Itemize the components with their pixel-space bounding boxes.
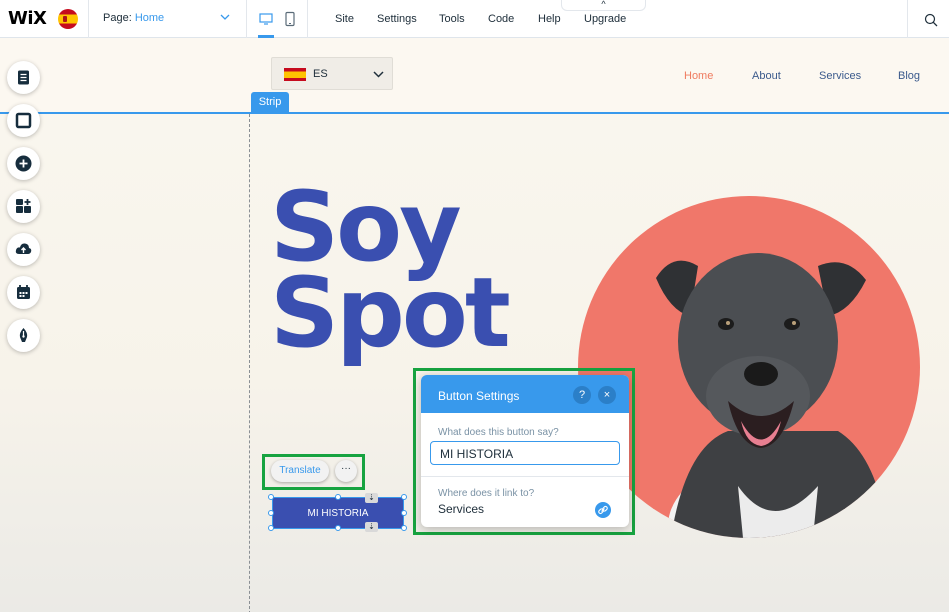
apps-icon xyxy=(16,199,31,213)
link-value[interactable]: Services xyxy=(438,502,484,516)
header-strip[interactable] xyxy=(0,38,949,113)
link-label: Where does it link to? xyxy=(438,488,535,499)
more-actions-button[interactable]: ··· xyxy=(335,460,357,482)
divider xyxy=(88,0,89,38)
spain-flag-icon[interactable] xyxy=(58,9,78,29)
menu-upgrade[interactable]: Upgrade xyxy=(584,13,626,25)
page-selector[interactable]: Page: Home xyxy=(103,12,164,24)
button-settings-panel: Button Settings ? × What does this butto… xyxy=(421,375,629,527)
wix-logo: WiX xyxy=(8,8,47,29)
resize-handle[interactable] xyxy=(268,494,274,500)
language-selector[interactable]: ES xyxy=(271,57,393,90)
desktop-icon[interactable] xyxy=(258,11,274,27)
add-apps-button[interactable] xyxy=(7,190,40,223)
resize-handle[interactable] xyxy=(268,525,274,531)
media-upload-button[interactable] xyxy=(7,233,40,266)
resize-handle[interactable] xyxy=(401,510,407,516)
hero-line-2: Spot xyxy=(270,257,511,369)
resize-handle[interactable] xyxy=(401,525,407,531)
menu-settings[interactable]: Settings xyxy=(377,13,417,25)
resize-handle[interactable] xyxy=(401,494,407,500)
resize-handle[interactable] xyxy=(268,510,274,516)
divider xyxy=(307,0,308,38)
pages-button[interactable] xyxy=(7,61,40,94)
close-icon[interactable]: × xyxy=(598,386,616,404)
resize-handle[interactable] xyxy=(335,525,341,531)
cloud-upload-icon xyxy=(15,243,32,254)
background-button[interactable] xyxy=(7,104,40,137)
collapse-topbar-tab[interactable]: ^ xyxy=(561,0,646,11)
nav-home[interactable]: Home xyxy=(684,70,713,82)
editor-canvas[interactable]: Strip ES Home About Services Blog Soy Sp… xyxy=(0,38,949,612)
menu-tools[interactable]: Tools xyxy=(439,13,465,25)
blog-button[interactable] xyxy=(7,319,40,352)
search-icon[interactable] xyxy=(923,12,939,28)
language-code: ES xyxy=(313,68,328,80)
stretch-icon[interactable]: ⇣ xyxy=(365,493,378,503)
nav-blog[interactable]: Blog xyxy=(898,70,920,82)
page-value: Home xyxy=(134,12,165,24)
bookings-button[interactable] xyxy=(7,276,40,309)
editor-top-bar: WiX Page: Home Site Settings Tools Code … xyxy=(0,0,949,38)
translate-button[interactable]: Translate xyxy=(271,460,329,482)
guide-line xyxy=(249,114,250,612)
resize-handle[interactable] xyxy=(335,494,341,500)
chevron-down-icon[interactable] xyxy=(219,11,231,23)
spain-flag-icon xyxy=(284,68,306,81)
menu-help[interactable]: Help xyxy=(538,13,561,25)
pages-icon xyxy=(18,70,29,85)
button-text-label: What does this button say? xyxy=(438,427,559,438)
nav-about[interactable]: About xyxy=(752,70,781,82)
add-button[interactable] xyxy=(7,147,40,180)
plus-circle-icon xyxy=(15,155,32,172)
panel-title: Button Settings xyxy=(438,389,520,403)
menu-site[interactable]: Site xyxy=(335,13,354,25)
stretch-icon[interactable]: ⇣ xyxy=(365,522,378,532)
calendar-icon xyxy=(17,285,30,299)
button-text-input[interactable]: MI HISTORIA xyxy=(430,441,620,465)
strip-tag[interactable]: Strip xyxy=(251,92,289,112)
help-icon[interactable]: ? xyxy=(573,386,591,404)
divider xyxy=(246,0,247,38)
hero-heading[interactable]: Soy Spot xyxy=(270,179,511,369)
strip-selection-line xyxy=(0,112,949,114)
divider xyxy=(421,476,629,477)
mobile-icon[interactable] xyxy=(282,11,298,27)
nav-services[interactable]: Services xyxy=(819,70,861,82)
panel-header[interactable]: Button Settings ? × xyxy=(421,375,629,413)
link-icon[interactable] xyxy=(595,502,611,518)
chevron-down-icon xyxy=(373,71,384,78)
square-icon xyxy=(15,112,32,129)
divider xyxy=(907,0,908,38)
page-label: Page: xyxy=(103,12,132,24)
pen-nib-icon xyxy=(19,328,28,342)
menu-code[interactable]: Code xyxy=(488,13,514,25)
